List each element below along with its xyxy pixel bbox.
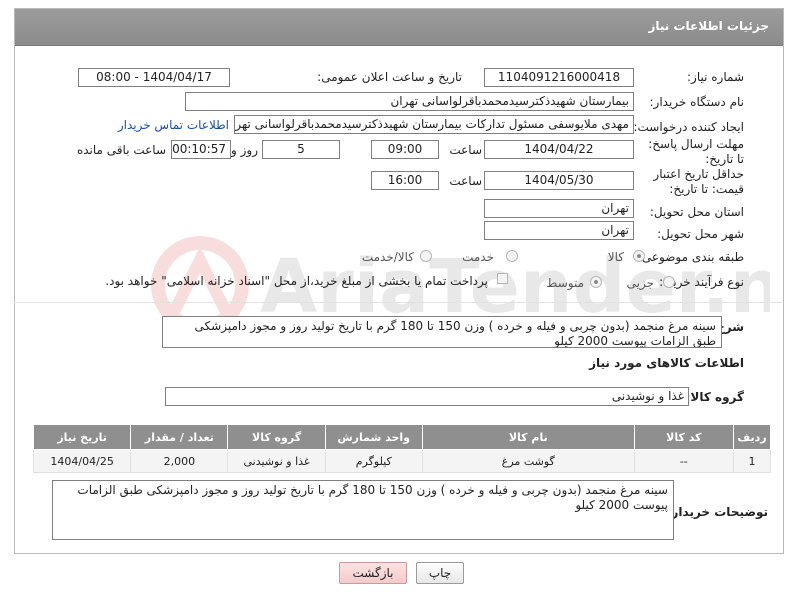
category-radio-service[interactable] xyxy=(506,250,518,262)
cell-row-number: 1 xyxy=(732,449,772,473)
buyer-notes-textarea: سینه مرغ منجمد (بدون چربی و فیله و خرده … xyxy=(52,480,674,540)
col-unit: واحد شمارش xyxy=(324,424,423,450)
panel-header: جزئیات اطلاعات نیاز xyxy=(15,9,783,46)
goods-group-label: گروه کالا: xyxy=(685,390,744,404)
reply-time-label: ساعت xyxy=(449,143,482,157)
treasury-checkbox[interactable] xyxy=(497,273,508,284)
col-quantity: تعداد / مقدار xyxy=(130,424,229,450)
price-validity-time-label: ساعت xyxy=(449,174,482,188)
need-number-label: شماره نیاز: xyxy=(687,70,744,84)
announce-label: تاریخ و ساعت اعلان عمومی: xyxy=(317,70,462,84)
buyer-org-label: نام دستگاه خریدار: xyxy=(649,95,745,109)
back-button[interactable]: بازگشت xyxy=(339,562,407,584)
category-label: طبقه بندی موضوعی: xyxy=(637,250,744,264)
delivery-province-field: تهران xyxy=(484,199,634,218)
goods-table: ردیف کد کالا نام کالا واحد شمارش گروه کا… xyxy=(32,424,772,473)
description-textarea: سینه مرغ منجمد (بدون چربی و فیله و خرده … xyxy=(162,316,722,348)
delivery-city-label: شهر محل تحویل: xyxy=(657,227,744,241)
col-row-number: ردیف xyxy=(732,424,772,450)
need-number-field: 1104091216000418 xyxy=(484,68,634,87)
delivery-province-label: استان محل تحویل: xyxy=(649,205,744,219)
buyer-org-field: بیمارستان شهیدذکترسیدمحمدباقرلواسانی تهر… xyxy=(185,92,634,111)
process-option-medium: متوسط xyxy=(546,276,584,290)
reply-time-field: 09:00 xyxy=(371,140,439,159)
announce-field: 1404/04/17 - 08:00 xyxy=(78,68,230,87)
divider xyxy=(14,302,782,303)
remaining-time-field: 00:10:57 xyxy=(171,140,231,159)
contact-info-link[interactable]: اطلاعات تماس خریدار xyxy=(118,118,229,132)
creator-field: مهدی ملایوسفی مسئول تدارکات بیمارستان شه… xyxy=(234,115,634,134)
category-radio-goods-service[interactable] xyxy=(420,250,432,262)
category-option-goods-service: کالا/خدمت xyxy=(361,250,414,264)
category-option-goods: کالا xyxy=(607,250,624,264)
reply-deadline-label: مهلت ارسال پاسخ: تا تاریخ: xyxy=(648,137,744,166)
buyer-notes-label: توضیحات خریدار: xyxy=(666,505,768,519)
price-validity-label: حداقل تاریخ اعتبار قیمت: تا تاریخ: xyxy=(653,167,744,196)
col-item-code: کد کالا xyxy=(633,424,734,450)
days-label: روز و xyxy=(231,143,258,157)
print-button[interactable]: چاپ xyxy=(416,562,464,584)
table-header-row: ردیف کد کالا نام کالا واحد شمارش گروه کا… xyxy=(32,424,772,450)
cell-item-code: -- xyxy=(633,449,734,473)
price-validity-time-field: 16:00 xyxy=(371,171,439,190)
cell-group: غذا و نوشیدنی xyxy=(227,449,326,473)
process-radio-minor[interactable] xyxy=(663,276,675,288)
cell-quantity: 2,000 xyxy=(130,449,229,473)
cell-unit: کیلوگرم xyxy=(324,449,423,473)
table-row: 1 -- گوشت مرغ کیلوگرم غذا و نوشیدنی 2,00… xyxy=(32,449,772,473)
category-radio-goods[interactable] xyxy=(633,250,645,262)
col-item-name: نام کالا xyxy=(421,424,635,450)
col-group: گروه کالا xyxy=(227,424,326,450)
creator-label: ایجاد کننده درخواست: xyxy=(633,120,744,134)
goods-group-field: غذا و نوشیدنی xyxy=(165,387,689,406)
cell-item-name: گوشت مرغ xyxy=(421,449,635,473)
category-option-service: خدمت xyxy=(462,250,494,264)
cell-need-date: 1404/04/25 xyxy=(32,449,132,473)
days-field: 5 xyxy=(262,140,340,159)
goods-section-title: اطلاعات کالاهای مورد نیاز xyxy=(589,356,744,370)
remaining-time-label: ساعت باقی مانده xyxy=(76,143,166,157)
reply-date-field: 1404/04/22 xyxy=(484,140,634,159)
col-need-date: تاریخ نیاز xyxy=(32,424,132,450)
delivery-city-field: تهران xyxy=(484,221,634,240)
price-validity-date-field: 1404/05/30 xyxy=(484,171,634,190)
process-radio-medium[interactable] xyxy=(590,276,602,288)
process-option-minor: جزیی xyxy=(626,276,654,290)
page-title: جزئیات اطلاعات نیاز xyxy=(648,19,769,33)
payment-note: پرداخت تمام یا بخشی از مبلغ خرید،از محل … xyxy=(105,274,488,288)
